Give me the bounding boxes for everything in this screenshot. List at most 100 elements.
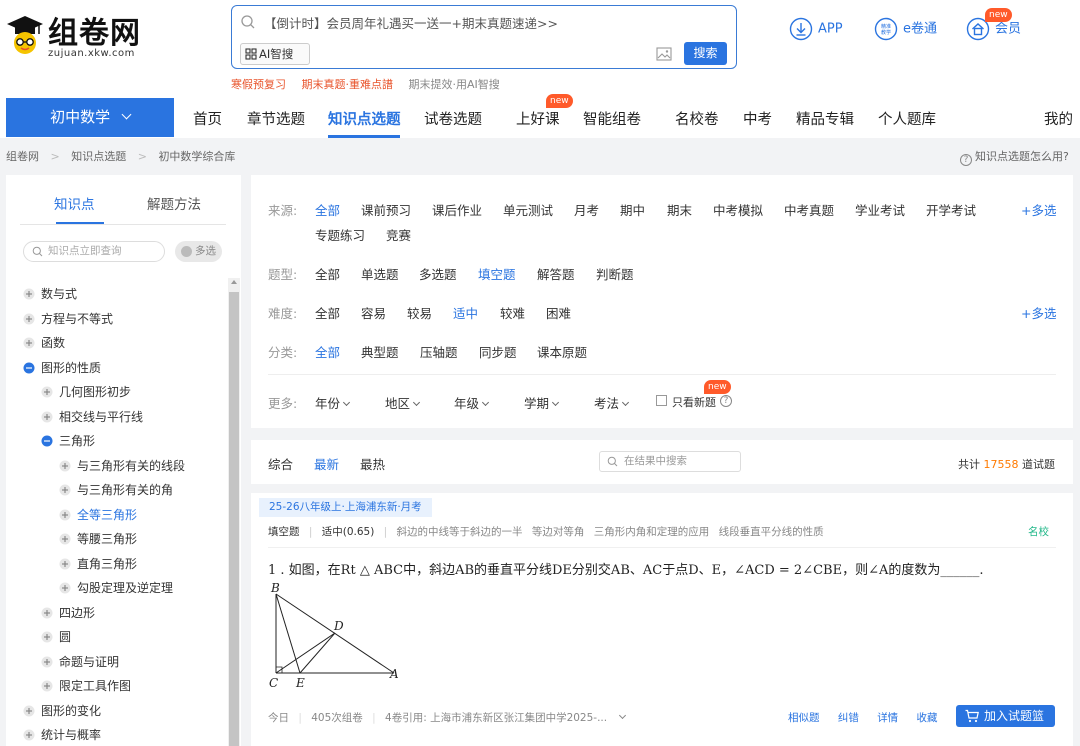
app-link[interactable]: APP (789, 17, 843, 41)
filter-option[interactable]: 专题练习 (315, 225, 365, 244)
collapse-icon[interactable] (41, 435, 53, 447)
filter-option[interactable]: 压轴题 (420, 342, 458, 361)
nav-home[interactable]: 首页 (193, 108, 222, 129)
knowledge-point[interactable]: 等边对等角 (532, 526, 585, 538)
nav-knowledge[interactable]: 知识点选题 (328, 108, 401, 129)
term-dropdown[interactable]: 学期 (524, 393, 560, 412)
filter-option[interactable]: 全部 (315, 342, 340, 361)
filter-option[interactable]: 较易 (407, 303, 432, 322)
region-dropdown[interactable]: 地区 (385, 393, 421, 412)
filter-option[interactable]: 开学考试 (926, 200, 976, 219)
question-cited[interactable]: 4卷引用: 上海市浦东新区张江集团中学2025-... (385, 712, 607, 724)
details-link[interactable]: 详情 (877, 712, 898, 724)
nav-smart-compose[interactable]: 智能组卷 (583, 108, 641, 129)
collapse-icon[interactable] (23, 362, 35, 374)
filter-option[interactable]: 多选题 (419, 264, 457, 283)
expand-icon[interactable] (59, 558, 71, 570)
nav-mine[interactable]: 我的 (1044, 108, 1073, 129)
filter-option[interactable]: 容易 (361, 303, 386, 322)
filter-option[interactable]: 全部 (315, 200, 340, 219)
expand-icon[interactable] (59, 533, 71, 545)
filter-option[interactable]: 单选题 (361, 264, 399, 283)
result-search-input[interactable]: 在结果中搜索 (599, 451, 741, 472)
filter-option[interactable]: 竞赛 (386, 225, 411, 244)
expand-icon[interactable] (41, 411, 53, 423)
filter-option[interactable]: 适中 (453, 303, 478, 322)
ejuantong-link[interactable]: 精准 教学 e卷通 (874, 17, 937, 41)
sort-hottest[interactable]: 最热 (360, 454, 385, 473)
breadcrumb-item[interactable]: 知识点选题 (71, 150, 126, 163)
image-search-icon[interactable] (656, 47, 672, 61)
filter-option[interactable]: 期中 (620, 200, 645, 219)
hot-link[interactable]: 寒假预复习 (231, 78, 286, 91)
filter-option[interactable]: 全部 (315, 303, 340, 322)
nav-papers[interactable]: 试卷选题 (424, 108, 482, 129)
sort-comprehensive[interactable]: 综合 (268, 454, 293, 473)
expand-icon[interactable] (59, 582, 71, 594)
similar-questions-link[interactable]: 相似题 (788, 712, 820, 724)
knowledge-point[interactable]: 线段垂直平分线的性质 (719, 526, 824, 538)
nav-premium[interactable]: 精品专辑 (796, 108, 854, 129)
tab-methods[interactable]: 解题方法 (147, 193, 201, 213)
expand-icon[interactable] (59, 509, 71, 521)
expand-icon[interactable] (23, 313, 35, 325)
scroll-thumb[interactable] (229, 292, 239, 746)
filter-option[interactable]: 困难 (546, 303, 571, 322)
report-error-link[interactable]: 纠错 (838, 712, 859, 724)
filter-option[interactable]: 较难 (500, 303, 525, 322)
favorite-link[interactable]: 收藏 (917, 712, 938, 724)
search-box[interactable]: 【倒计时】会员周年礼遇买一送一+期末真题速递>> AI智搜 搜索 (231, 5, 737, 69)
nav-shanghaoke[interactable]: 上好课 (516, 108, 560, 129)
filter-option[interactable]: 期末 (667, 200, 692, 219)
expand-icon[interactable] (59, 460, 71, 472)
nav-famous-schools[interactable]: 名校卷 (675, 108, 719, 129)
method-dropdown[interactable]: 考法 (594, 393, 630, 412)
question-source-tag[interactable]: 25-26八年级上·上海浦东新·月考 (259, 498, 432, 517)
expand-icon[interactable] (41, 656, 53, 668)
filter-option[interactable]: 学业考试 (855, 200, 905, 219)
filter-option[interactable]: 中考模拟 (713, 200, 763, 219)
hot-link[interactable]: 期末真题·重难点譜 (302, 78, 394, 91)
ai-search-chip[interactable]: AI智搜 (240, 43, 310, 65)
expand-icon[interactable] (23, 705, 35, 717)
hot-link[interactable]: 期末提效·用AI智搜 (409, 78, 500, 91)
subject-selector[interactable]: 初中数学 (6, 98, 174, 137)
chevron-down-icon[interactable] (619, 711, 627, 720)
filter-option[interactable]: 单元测试 (503, 200, 553, 219)
difficulty-multi-select[interactable]: +多选 (1021, 303, 1056, 322)
sidebar-scrollbar[interactable] (228, 278, 240, 746)
filter-option[interactable]: 课本原题 (537, 342, 587, 361)
expand-icon[interactable] (59, 484, 71, 496)
knowledge-search-input[interactable]: 知识点立即查询 (23, 241, 165, 262)
add-to-basket-button[interactable]: 加入试题篮 (956, 705, 1055, 727)
filter-option[interactable]: 填空题 (478, 264, 516, 283)
question-circle-icon[interactable]: ? (720, 395, 732, 407)
filter-option[interactable]: 课前预习 (361, 200, 411, 219)
nav-chapter[interactable]: 章节选题 (247, 108, 305, 129)
multi-select-toggle[interactable]: 多选 (175, 241, 222, 262)
expand-icon[interactable] (23, 288, 35, 300)
help-link[interactable]: ? 知识点选题怎么用? (960, 148, 1069, 166)
expand-icon[interactable] (41, 607, 53, 619)
sort-newest[interactable]: 最新 (314, 454, 339, 473)
expand-icon[interactable] (23, 337, 35, 349)
search-button[interactable]: 搜索 (684, 42, 727, 65)
filter-option[interactable]: 判断题 (596, 264, 634, 283)
filter-option[interactable]: 中考真题 (784, 200, 834, 219)
filter-option[interactable]: 全部 (315, 264, 340, 283)
filter-option[interactable]: 月考 (574, 200, 599, 219)
knowledge-point[interactable]: 斜边的中线等于斜边的一半 (397, 526, 523, 538)
nav-zhongkao[interactable]: 中考 (743, 108, 772, 129)
new-only-label[interactable]: 只看新题 (672, 394, 716, 410)
source-multi-select[interactable]: +多选 (1021, 200, 1056, 219)
expand-icon[interactable] (23, 729, 35, 741)
new-only-checkbox[interactable] (656, 395, 667, 406)
filter-option[interactable]: 解答题 (537, 264, 575, 283)
nav-personal-bank[interactable]: 个人题库 (878, 108, 936, 129)
knowledge-point[interactable]: 三角形内角和定理的应用 (594, 526, 710, 538)
filter-option[interactable]: 典型题 (361, 342, 399, 361)
site-logo[interactable]: 组卷网 zujuan.xkw.com (6, 14, 146, 64)
expand-icon[interactable] (41, 386, 53, 398)
scroll-up-arrow-icon[interactable] (231, 280, 237, 284)
grade-dropdown[interactable]: 年级 (454, 393, 490, 412)
